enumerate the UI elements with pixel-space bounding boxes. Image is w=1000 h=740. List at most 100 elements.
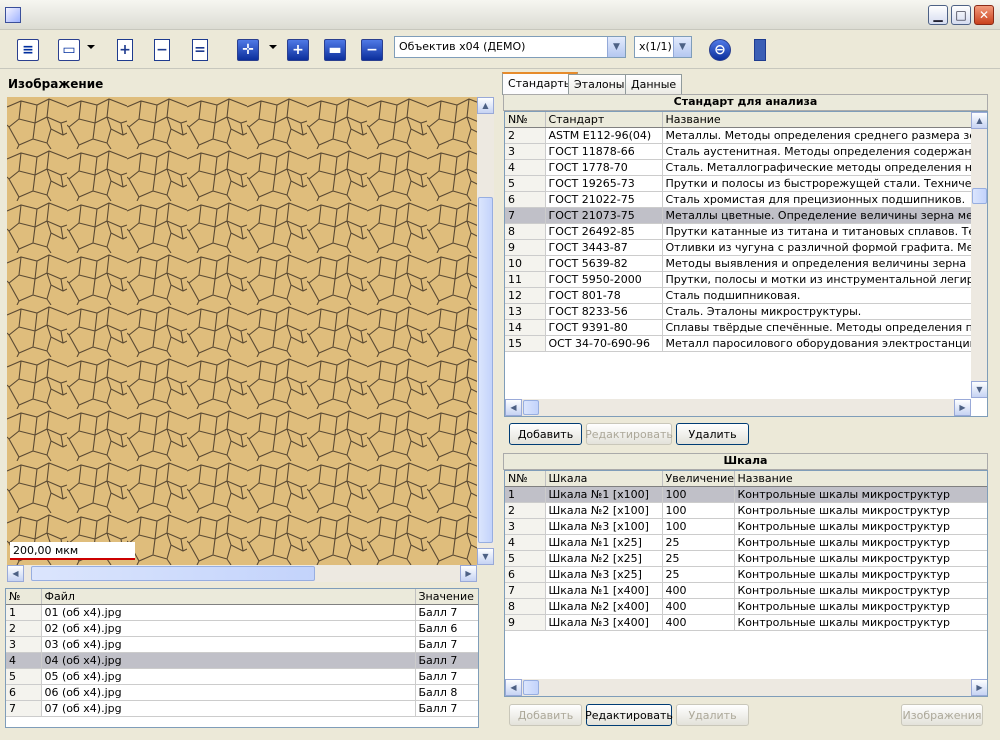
table-row[interactable]: 2 02 (об х4).jpg Балл 6	[6, 620, 478, 637]
std-vscroll-thumb[interactable]	[972, 188, 987, 204]
chevron-left-icon[interactable]: ◀	[505, 399, 522, 416]
scale-hscroll-thumb[interactable]	[523, 680, 539, 695]
tb-settings-button[interactable]: ≡	[14, 36, 42, 64]
table-row[interactable]: 11 ГОСТ 5950-2000 Прутки, полосы и мотки и…	[505, 271, 974, 288]
table-row[interactable]: 6 ГОСТ 21022-75 Сталь хромистая для прециз…	[505, 191, 974, 208]
table-row[interactable]: 3 03 (об х4).jpg Балл 7	[6, 636, 478, 653]
chevron-down-icon[interactable]: ▼	[673, 37, 691, 57]
files-col-num[interactable]: №	[6, 589, 42, 605]
standards-edit-button[interactable]: Редактировать	[585, 423, 673, 445]
table-row[interactable]: 4 04 (об х4).jpg Балл 7	[6, 652, 478, 669]
table-cell: Прутки катанные из титана и титановых сп…	[662, 223, 974, 240]
tb-zoom-in-button[interactable]: +	[284, 36, 312, 64]
zoom-select[interactable]: x(1/1) ▼	[634, 36, 692, 58]
chevron-down-icon[interactable]: ▼	[971, 381, 987, 398]
tab-standards[interactable]: Стандарты	[502, 72, 579, 95]
standards-delete-button[interactable]: Удалить	[676, 423, 749, 445]
scales-delete-button[interactable]: Удалить	[676, 704, 749, 726]
table-row[interactable]: 9 Шкала №3 [x400] 400 Контрольные шкалы мик…	[505, 614, 987, 631]
chevron-up-icon[interactable]: ▲	[477, 97, 494, 114]
scale-col-mag[interactable]: Увеличение	[662, 471, 735, 487]
maximize-button[interactable]: □	[951, 5, 971, 25]
table-row[interactable]: 9 ГОСТ 3443-87 Отливки из чугуна с различн…	[505, 239, 974, 256]
files-col-value[interactable]: Значение	[415, 589, 478, 605]
table-row[interactable]: 10 ГОСТ 5639-82 Методы выявления и определ…	[505, 255, 974, 272]
vscroll-thumb[interactable]	[478, 197, 493, 543]
standards-table: N№ Стандарт Название 2 ASTM E112-96(04) Ме…	[504, 111, 988, 417]
tb-add-doc-button[interactable]: +	[111, 36, 139, 64]
table-row[interactable]: 3 ГОСТ 11878-66 Сталь аустенитная. Методы …	[505, 143, 974, 160]
table-row[interactable]: 13 ГОСТ 8233-56 Сталь. Эталоны микрострукт…	[505, 303, 974, 320]
scale-col-scale[interactable]: Шкала	[545, 471, 663, 487]
std-col-name[interactable]: Название	[662, 112, 974, 128]
table-row[interactable]: 7 Шкала №1 [x400] 400 Контрольные шкалы мик…	[505, 582, 987, 599]
table-row[interactable]: 15 ОСТ 34-70-690-96 Металл паросилового об…	[505, 335, 974, 352]
tb-fit-button[interactable]: ✛	[234, 36, 262, 64]
table-row[interactable]: 8 Шкала №2 [x400] 400 Контрольные шкалы мик…	[505, 598, 987, 615]
minimize-button[interactable]: ▁	[928, 5, 948, 25]
chevron-right-icon[interactable]: ▶	[954, 399, 971, 416]
table-row[interactable]: 6 Шкала №3 [x25] 25 Контрольные шкалы микро…	[505, 566, 987, 583]
table-row[interactable]: 14 ГОСТ 9391-80 Сплавы твёрдые спечённые. …	[505, 319, 974, 336]
app-icon[interactable]	[5, 7, 21, 23]
standards-add-button[interactable]: Добавить	[509, 423, 582, 445]
table-row[interactable]: 7 07 (об х4).jpg Балл 7	[6, 700, 478, 717]
std-col-num[interactable]: N№	[505, 112, 546, 128]
hscroll-thumb[interactable]	[31, 566, 315, 581]
micrograph-image[interactable]	[7, 97, 477, 565]
fit-dropdown-icon[interactable]	[269, 45, 277, 49]
std-col-standard[interactable]: Стандарт	[545, 112, 663, 128]
tb-objective-button[interactable]: ⊖	[706, 36, 734, 64]
table-row[interactable]: 7 ГОСТ 21073-75 Металлы цветные. Определен…	[505, 207, 974, 224]
files-col-file[interactable]: Файл	[41, 589, 416, 605]
close-button[interactable]: ✕	[974, 5, 994, 25]
table-row[interactable]: 5 Шкала №2 [x25] 25 Контрольные шкалы микро…	[505, 550, 987, 567]
image-vscrollbar[interactable]: ▲ ▼	[477, 97, 494, 565]
table-cell: 100	[662, 502, 735, 519]
tb-exit-button[interactable]	[746, 36, 774, 64]
table-row[interactable]: 2 Шкала №2 [x100] 100 Контрольные шкалы мик…	[505, 502, 987, 519]
table-cell: Шкала №2 [x400]	[545, 598, 663, 615]
table-row[interactable]: 4 ГОСТ 1778-70 Сталь. Металлографические м…	[505, 159, 974, 176]
scanner-dropdown-icon[interactable]	[87, 45, 95, 49]
chevron-left-icon[interactable]: ◀	[505, 679, 522, 696]
chevron-left-icon[interactable]: ◀	[7, 565, 24, 582]
table-row[interactable]: 1 01 (об х4).jpg Балл 7	[6, 604, 478, 621]
standards-vscrollbar[interactable]: ▲ ▼	[971, 112, 987, 398]
tb-remove-all-button[interactable]: =	[186, 36, 214, 64]
scales-add-button[interactable]: Добавить	[509, 704, 582, 726]
scale-col-num[interactable]: N№	[505, 471, 546, 487]
tb-scanner-button[interactable]: ▭	[55, 36, 83, 64]
table-cell: Балл 7	[415, 652, 478, 669]
table-cell: Шкала №1 [x100]	[545, 486, 663, 503]
table-cell: 12	[505, 287, 546, 304]
table-cell: Шкала №3 [x25]	[545, 566, 663, 583]
scales-edit-button[interactable]: Редактировать	[585, 704, 673, 726]
table-row[interactable]: 3 Шкала №3 [x100] 100 Контрольные шкалы мик…	[505, 518, 987, 535]
objective-select[interactable]: Объектив х04 (ДЕМО) ▼	[394, 36, 626, 58]
chevron-down-icon[interactable]: ▼	[477, 548, 494, 565]
scale-col-name[interactable]: Название	[734, 471, 987, 487]
table-row[interactable]: 2 ASTM E112-96(04) Металлы. Методы определ…	[505, 127, 974, 144]
chevron-down-icon[interactable]: ▼	[607, 37, 625, 57]
tb-remove-doc-button[interactable]: −	[148, 36, 176, 64]
tab-data[interactable]: Данные	[625, 74, 683, 94]
scales-hscrollbar[interactable]: ◀ ▶	[505, 679, 987, 696]
tab-etalons[interactable]: Эталоны	[568, 74, 631, 94]
tb-zoom-fit-button[interactable]: ▬	[321, 36, 349, 64]
table-row[interactable]: 12 ГОСТ 801-78 Сталь подшипниковая.	[505, 287, 974, 304]
tb-zoom-out-button[interactable]: −	[358, 36, 386, 64]
image-hscrollbar[interactable]: ◀ ▶	[7, 565, 477, 582]
table-row[interactable]: 5 05 (об х4).jpg Балл 7	[6, 668, 478, 685]
table-row[interactable]: 5 ГОСТ 19265-73 Прутки и полосы из быстрор…	[505, 175, 974, 192]
chevron-right-icon[interactable]: ▶	[971, 679, 987, 696]
std-hscroll-thumb[interactable]	[523, 400, 539, 415]
standards-hscrollbar[interactable]: ◀ ▶	[505, 399, 971, 416]
chevron-right-icon[interactable]: ▶	[460, 565, 477, 582]
scales-images-button[interactable]: Изображения	[901, 704, 983, 726]
table-row[interactable]: 6 06 (об х4).jpg Балл 8	[6, 684, 478, 701]
table-row[interactable]: 1 Шкала №1 [x100] 100 Контрольные шкалы мик…	[505, 486, 987, 503]
chevron-up-icon[interactable]: ▲	[971, 112, 987, 129]
table-row[interactable]: 4 Шкала №1 [x25] 25 Контрольные шкалы микро…	[505, 534, 987, 551]
table-row[interactable]: 8 ГОСТ 26492-85 Прутки катанные из титана …	[505, 223, 974, 240]
